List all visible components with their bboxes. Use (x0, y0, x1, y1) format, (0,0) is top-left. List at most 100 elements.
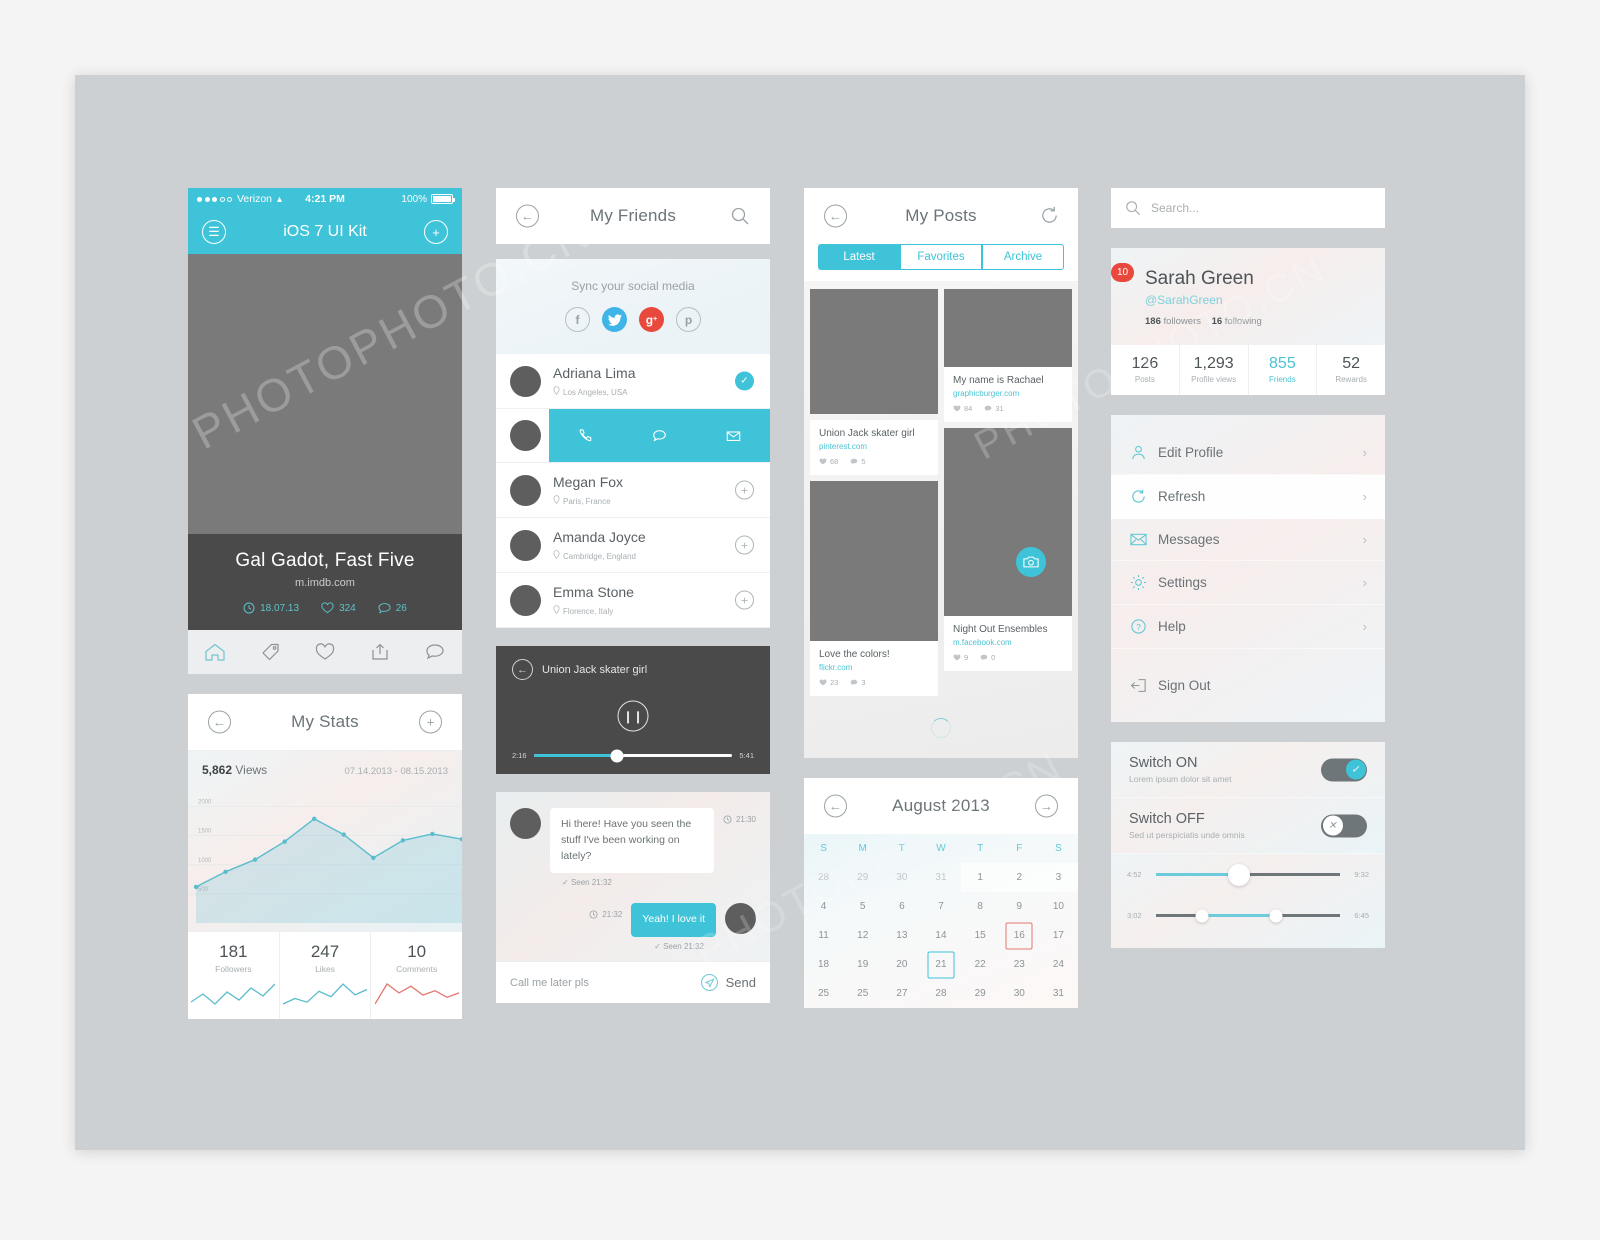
slider-track[interactable] (1156, 863, 1340, 886)
list-item[interactable]: Megan Fox Paris, France + (496, 463, 770, 518)
post-card[interactable] (810, 289, 938, 414)
swipe-actions[interactable] (549, 409, 770, 462)
calendar-day[interactable]: 1 (960, 863, 1000, 892)
calendar-day[interactable]: 16 (1000, 921, 1039, 950)
video-player[interactable]: ← Union Jack skater girl ❙❙ 2:16 5:41 (496, 646, 770, 774)
menu-item-refresh[interactable]: Refresh › (1111, 475, 1385, 519)
calendar-day[interactable]: 12 (843, 921, 882, 950)
slider-track[interactable] (1156, 909, 1340, 922)
friend-action[interactable]: + (735, 535, 754, 555)
tag-icon[interactable] (259, 642, 281, 662)
twitter-icon[interactable] (602, 307, 627, 332)
calendar-day[interactable]: 2 (999, 863, 1039, 892)
posts-tabs[interactable]: Latest Favorites Archive (804, 244, 1078, 281)
slider-knob[interactable] (1227, 863, 1250, 886)
seek-knob[interactable] (610, 749, 624, 762)
menu-item-messages[interactable]: Messages › (1111, 519, 1385, 561)
switch-list[interactable]: Switch ON Lorem ipsum dolor sit amet ✓ Swit… (1111, 742, 1385, 854)
calendar-day[interactable]: 30 (1000, 979, 1039, 1008)
send-button[interactable]: Send (700, 973, 756, 992)
calendar-day[interactable]: 6 (882, 892, 921, 921)
pinterest-icon[interactable]: p (676, 307, 701, 332)
back-arrow-icon[interactable]: ← (516, 204, 539, 228)
back-arrow-icon[interactable]: ← (512, 659, 533, 680)
chat-input-bar[interactable]: Call me later pls Send (496, 961, 770, 1003)
calendar-day[interactable]: 28 (804, 863, 843, 892)
list-item[interactable] (496, 409, 770, 463)
post-source[interactable]: m.facebook.com (953, 638, 1063, 647)
plus-icon[interactable]: + (735, 480, 754, 500)
refresh-icon[interactable] (1039, 205, 1060, 231)
facebook-icon[interactable]: f (565, 307, 590, 332)
profile-stat[interactable]: 855 Friends (1249, 345, 1318, 395)
calendar-day[interactable]: 15 (961, 921, 1000, 950)
toggle-switch[interactable]: ✓ (1321, 758, 1367, 781)
calendar-day[interactable]: 4 (804, 892, 843, 921)
calendar-day[interactable]: 13 (882, 921, 921, 950)
calendar-day[interactable]: 28 (921, 979, 960, 1008)
slider-knob-min[interactable] (1195, 909, 1209, 922)
menu-item-help[interactable]: ? Help › (1111, 605, 1385, 649)
calendar-day[interactable]: 23 (1000, 950, 1039, 979)
social-buttons[interactable]: f g + p (496, 307, 770, 332)
back-arrow-icon[interactable]: ← (824, 794, 847, 818)
plus-icon[interactable]: + (735, 590, 754, 610)
calendar-day[interactable]: 25 (843, 979, 882, 1008)
slider-row[interactable]: 4:52 9:32 (1111, 854, 1385, 895)
slider-list[interactable]: 4:52 9:32 3:02 6:45 (1111, 854, 1385, 948)
tab-latest[interactable]: Latest (818, 244, 900, 270)
calendar-day[interactable]: 19 (843, 950, 882, 979)
friend-action[interactable]: + (735, 480, 754, 500)
toggle-switch[interactable]: ✕ (1321, 814, 1367, 837)
friend-action[interactable]: ✓ (735, 371, 754, 391)
calendar-day[interactable]: 25 (804, 979, 843, 1008)
calendar-day[interactable]: 5 (843, 892, 882, 921)
calendar-day[interactable]: 17 (1039, 921, 1078, 950)
post-card[interactable]: My name is Rachael graphicburger.com 84 31 (944, 289, 1072, 422)
seek-track[interactable] (533, 749, 733, 762)
calendar-day[interactable]: 24 (1039, 950, 1078, 979)
calendar-day[interactable]: 20 (882, 950, 921, 979)
calendar-day[interactable]: 29 (961, 979, 1000, 1008)
video-seekbar[interactable]: 2:16 5:41 (512, 749, 754, 762)
back-arrow-icon[interactable]: ← (824, 204, 847, 228)
plus-icon[interactable]: + (735, 535, 754, 555)
post-card[interactable]: Night Out Ensembles m.facebook.com 9 0 (944, 428, 1072, 671)
post-card[interactable]: Union Jack skater girl pinterest.com 68 5 (810, 420, 938, 475)
calendar-day[interactable]: 18 (804, 950, 843, 979)
calendar-day[interactable]: 10 (1039, 892, 1078, 921)
share-icon[interactable] (369, 642, 391, 662)
hamburger-icon[interactable]: ☰ (202, 220, 226, 244)
calendar-day[interactable]: 9 (1000, 892, 1039, 921)
calendar-day[interactable]: 8 (961, 892, 1000, 921)
camera-icon[interactable] (1016, 547, 1046, 577)
tab-archive[interactable]: Archive (982, 244, 1064, 270)
phone-icon[interactable] (577, 428, 594, 444)
chat-icon[interactable] (651, 428, 668, 444)
calendar-day[interactable]: 11 (804, 921, 843, 950)
plus-icon[interactable]: + (419, 710, 442, 734)
heart-icon[interactable] (314, 642, 336, 662)
search-bar[interactable]: Search... (1111, 188, 1385, 228)
post-source[interactable]: flickr.com (819, 663, 929, 672)
calendar-day[interactable]: 22 (961, 950, 1000, 979)
calendar-day[interactable]: 31 (1039, 979, 1078, 1008)
post-card[interactable]: Love the colors! flickr.com 23 3 (810, 481, 938, 696)
calendar-day[interactable]: 30 (882, 863, 921, 892)
home-icon[interactable] (204, 642, 226, 662)
forward-arrow-icon[interactable]: → (1035, 794, 1058, 818)
profile-stat[interactable]: 1,293 Profile views (1180, 345, 1249, 395)
calendar-grid[interactable]: SMTWTFS 28 29 30 31 1 2 3 4 5 6 7 8 9 10 11 12 13 14 15 16 1… (804, 834, 1078, 1008)
friend-action[interactable]: + (735, 590, 754, 610)
calendar-day[interactable]: 21 (921, 950, 960, 979)
calendar-day[interactable]: 3 (1038, 863, 1078, 892)
profile-stat[interactable]: 52 Rewards (1317, 345, 1385, 395)
plus-icon[interactable]: + (424, 220, 448, 244)
mail-icon[interactable] (725, 428, 742, 444)
slider-row[interactable]: 3:02 6:45 (1111, 895, 1385, 936)
post-source[interactable]: pinterest.com (819, 442, 929, 451)
menu-item-sign-out[interactable]: Sign Out (1111, 665, 1385, 706)
calendar-day[interactable]: 27 (882, 979, 921, 1008)
pause-icon[interactable]: ❙❙ (617, 700, 649, 732)
calendar-day[interactable]: 29 (843, 863, 882, 892)
